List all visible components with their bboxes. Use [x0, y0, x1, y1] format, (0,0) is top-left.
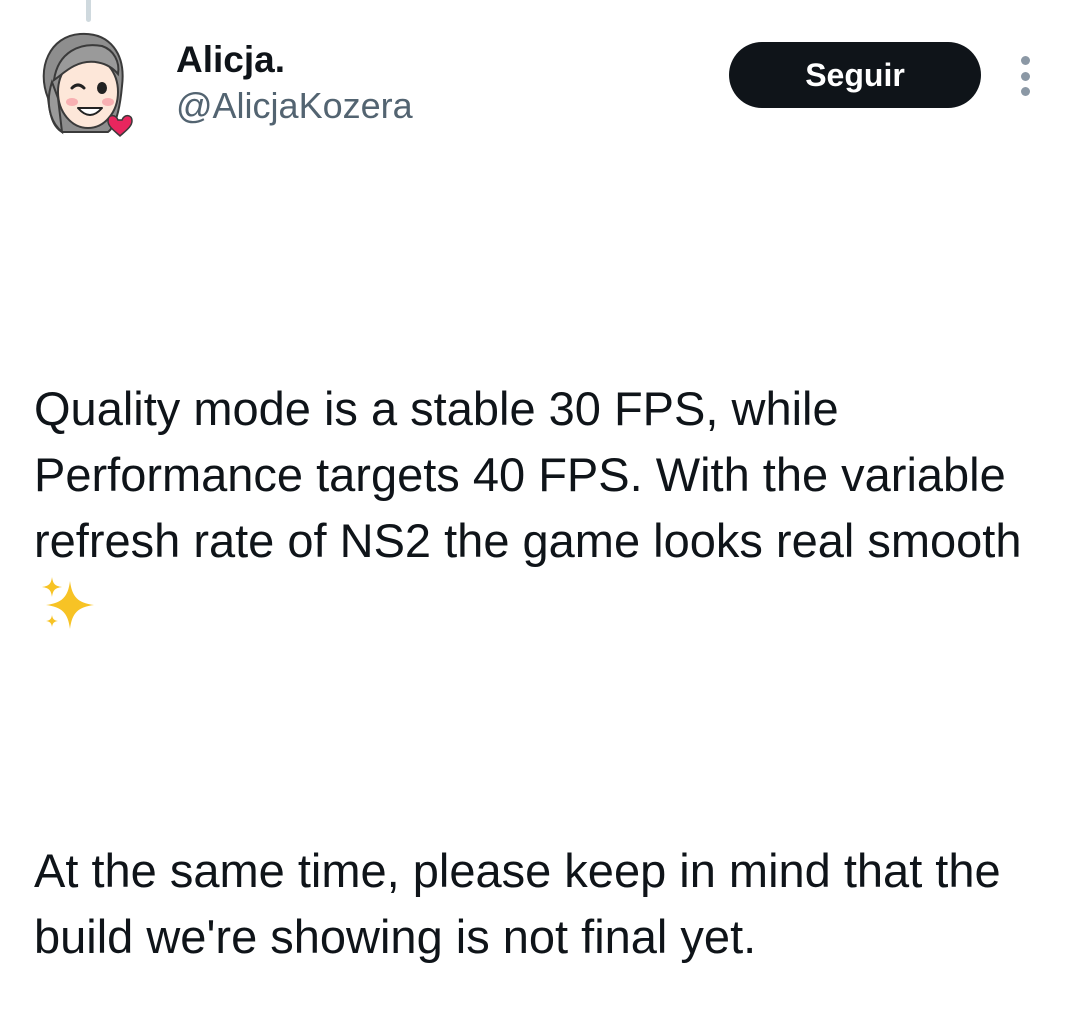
author-display-name[interactable]: Alicja.: [176, 38, 413, 82]
cartoon-avatar-icon: [42, 32, 133, 138]
author-avatar[interactable]: [28, 28, 140, 140]
author-handle[interactable]: @AlicjaKozera: [176, 84, 413, 128]
post-paragraph-1: Quality mode is a stable 30 FPS, while P…: [34, 376, 1064, 640]
more-dot: [1020, 71, 1030, 81]
post-paragraph-1-text: Quality mode is a stable 30 FPS, while P…: [34, 382, 1022, 567]
post-paragraph-2: At the same time, please keep in mind th…: [34, 844, 1014, 963]
follow-button[interactable]: Seguir: [729, 42, 981, 108]
more-vertical-icon[interactable]: [1008, 56, 1042, 96]
author-info[interactable]: Alicja. @AlicjaKozera: [176, 38, 413, 128]
post-text: Quality mode is a stable 30 FPS, while P…: [34, 244, 1064, 1036]
thread-connector-line: [86, 0, 91, 22]
sparkles-icon: [42, 577, 94, 629]
more-dot: [1020, 56, 1030, 65]
more-dot: [1020, 87, 1030, 96]
